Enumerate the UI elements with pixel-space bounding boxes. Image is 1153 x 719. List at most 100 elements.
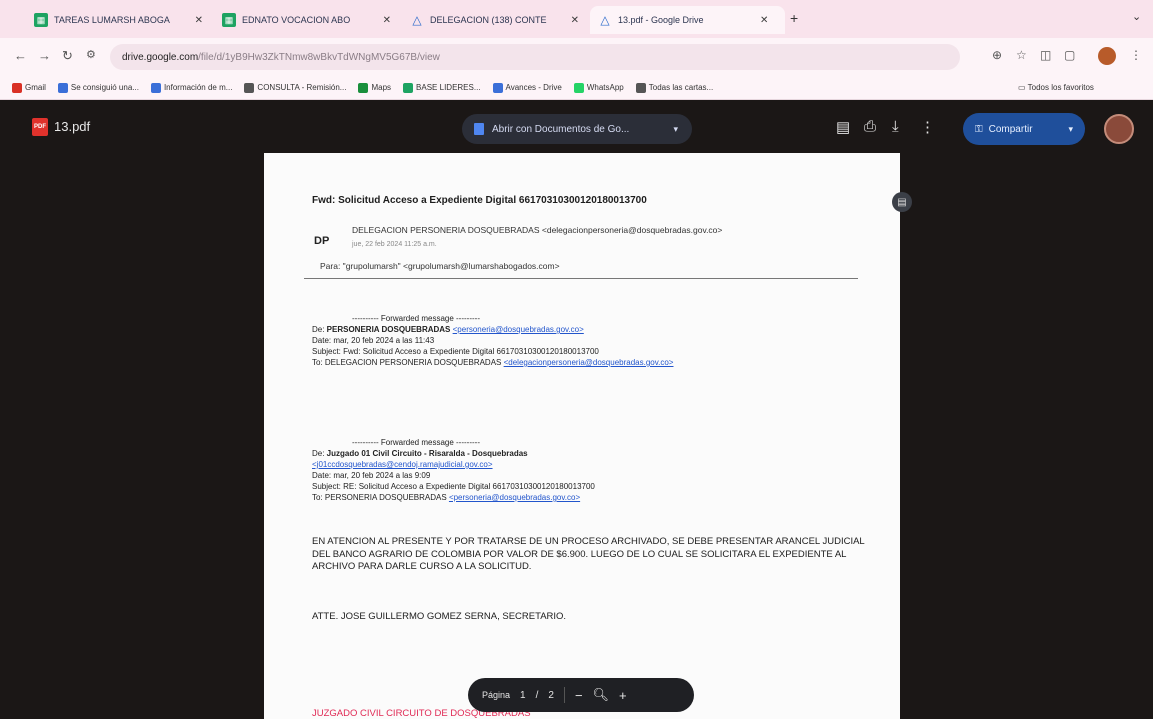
divider [563,687,565,703]
forward-header: ---------- Forwarded message --------- [352,314,480,323]
bookmark-cartas[interactable]: Todas las cartas... [635,82,713,93]
forwarded-message-1: ---------- Forwarded message --------- D… [312,313,673,368]
tab-label: EDNATO VOCACION ABO [242,15,351,25]
open-with-button[interactable]: Abrir con Documentos de Go... ▾ [462,114,692,144]
forward-date: Date: mar, 20 feb 2024 a las 11:43 [312,336,435,345]
total-pages: 2 [548,689,554,701]
drive-pdf-viewer: PDF 13.pdf Abrir con Documentos de Go...… [0,100,1153,719]
zoom-icon: 🔍︎ [592,687,610,702]
email-recipient: Para: "grupolumarsh" <grupolumarsh@lumar… [320,261,560,271]
tab-tareas[interactable]: ▦ TAREAS LUMARSH ABOGA ✕ [26,6,211,34]
current-page-input[interactable]: 1 [520,690,526,701]
forward-subject: Subject: RE: Solicitud Acceso a Expedien… [312,482,595,491]
forwarded-message-2: ---------- Forwarded message --------- D… [312,437,595,503]
browser-menu-icon[interactable]: ⋮ [1130,48,1142,62]
bookmark-informacion[interactable]: Información de m... [150,82,232,93]
forward-icon[interactable]: → [38,48,51,63]
profile-avatar[interactable] [1098,47,1116,65]
open-with-label: Abrir con Documentos de Go... [492,123,630,135]
bookmark-maps[interactable]: Maps [358,82,391,93]
email-link[interactable]: <delegacionpersoneria@dosquebradas.gov.c… [504,358,674,367]
pdf-page: Fwd: Solicitud Acceso a Expediente Digit… [264,153,900,719]
url-domain: drive.google.com [122,51,199,63]
browser-toolbar: ← → ↻ ⚙ drive.google.com/file/d/1yB9Hw3Z… [0,38,1153,76]
bookmark-consulta[interactable]: CONSULTA - Remisión... [244,82,346,93]
email-link[interactable]: <j01ccdosquebradas@cendoj.ramajudicial.g… [312,460,493,469]
forward-subject: Subject: Fwd: Solicitud Acceso a Expedie… [312,347,599,356]
download-icon[interactable]: ⤓ [892,118,899,135]
share-icon: ⚿ [975,123,983,135]
close-icon[interactable]: ✕ [383,15,391,26]
tab-13-pdf[interactable]: △ 13.pdf - Google Drive ✕ [590,6,785,34]
forward-header: ---------- Forwarded message --------- [352,438,480,447]
email-subject: Fwd: Solicitud Acceso a Expediente Digit… [312,195,647,206]
share-label: Compartir [988,123,1033,135]
forward-from-email: <j01ccdosquebradas@cendoj.ramajudicial.g… [312,459,595,470]
file-name: 13.pdf [54,119,91,134]
more-actions-icon[interactable]: ⋮ [920,118,935,136]
close-icon[interactable]: ✕ [195,15,203,26]
bookmark-avances[interactable]: Avances - Drive [492,82,562,93]
add-comment-icon[interactable]: ▤ [836,118,850,136]
tab-label: 13.pdf - Google Drive [618,15,704,25]
tab-label: DELEGACION (138) CONTE [430,15,547,25]
tab-search-chevron-icon[interactable]: ⌄ [1132,10,1141,23]
zoom-in-button[interactable]: + [619,688,627,703]
zoom-out-button[interactable]: − [575,688,583,703]
close-icon[interactable]: ✕ [760,15,768,26]
email-sender: DELEGACION PERSONERIA DOSQUEBRADAS <dele… [352,225,723,235]
url-path: /file/d/1yB9Hw3ZkTNmw8wBkvTdWNgMV5G67B/v… [198,51,440,63]
bookmark-gmail[interactable]: Gmail [12,82,46,93]
bookmark-icon [57,82,68,93]
bookmark-base-lideres[interactable]: BASE LIDERES... [403,82,481,93]
reload-icon[interactable]: ↻ [62,48,73,64]
close-icon[interactable]: ✕ [571,15,579,26]
bookmark-whatsapp[interactable]: WhatsApp [573,82,624,93]
print-icon[interactable]: ⎙ [864,118,876,135]
tab-label: TAREAS LUMARSH ABOGA [54,15,170,25]
browser-tab-strip: ▦ TAREAS LUMARSH ABOGA ✕ ▦ EDNATO VOCACI… [0,0,1153,38]
bookmark-icon [150,82,161,93]
extensions-icon[interactable]: ◫ [1040,48,1051,62]
whatsapp-icon [573,82,584,93]
all-bookmarks[interactable]: ▭ Todos los favoritos [1018,83,1094,92]
bookmark-icon [244,82,255,93]
drive-icon [492,82,503,93]
divider [304,278,858,279]
forward-to: To: PERSONERIA DOSQUEBRADAS <personeria@… [312,493,581,502]
folder-icon: ▭ [1018,83,1028,92]
email-link[interactable]: <personeria@dosquebradas.gov.co> [453,325,584,334]
account-avatar[interactable] [1104,114,1134,144]
bookmark-icon [635,82,646,93]
share-button[interactable]: ⚿ Compartir ▾ [963,113,1085,145]
chevron-down-icon: ▾ [673,123,678,134]
new-tab-icon[interactable]: + [790,10,798,26]
bookmarks-bar: Gmail Se consiguió una... Información de… [0,76,1153,100]
back-icon[interactable]: ← [14,48,27,63]
email-date: jue, 22 feb 2024 11:25 a.m. [352,241,437,248]
site-info-icon[interactable]: ⚙ [86,48,96,61]
forward-from: De: PERSONERIA DOSQUEBRADAS <personeria@… [312,325,584,334]
forward-from: De: Juzgado 01 Civil Circuito - Risarald… [312,449,528,458]
forward-to: To: DELEGACION PERSONERIA DOSQUEBRADAS <… [312,358,674,367]
drive-icon: △ [600,13,610,27]
tab-ednato[interactable]: ▦ EDNATO VOCACION ABO ✕ [214,6,399,34]
gmail-icon [12,82,22,93]
email-link[interactable]: <personeria@dosquebradas.gov.co> [449,493,580,502]
comment-icon[interactable]: ▤ [892,192,912,212]
bookmark-star-icon[interactable]: ☆ [1016,48,1027,62]
email-body: EN ATENCION AL PRESENTE Y POR TRATARSE D… [312,536,865,572]
sheets-icon [403,82,414,93]
maps-icon [358,82,369,93]
tab-delegacion[interactable]: △ DELEGACION (138) CONTE ✕ [402,6,587,34]
address-bar[interactable]: drive.google.com/file/d/1yB9Hw3ZkTNmw8wB… [110,44,960,70]
docs-icon [474,123,484,135]
bookmark-consiguio[interactable]: Se consiguió una... [57,82,139,93]
install-app-icon[interactable]: ⊕ [992,48,1002,62]
side-panel-icon[interactable]: ▢ [1064,48,1075,62]
page-navigator: Página 1 / 2 − 🔍︎ + [468,678,694,712]
email-signature: ATTE. JOSE GUILLERMO GOMEZ SERNA, SECRET… [312,611,567,622]
sheets-icon: ▦ [34,13,48,27]
sender-initials: DP [314,235,330,247]
forward-date: Date: mar, 20 feb 2024 a las 9:09 [312,471,431,480]
